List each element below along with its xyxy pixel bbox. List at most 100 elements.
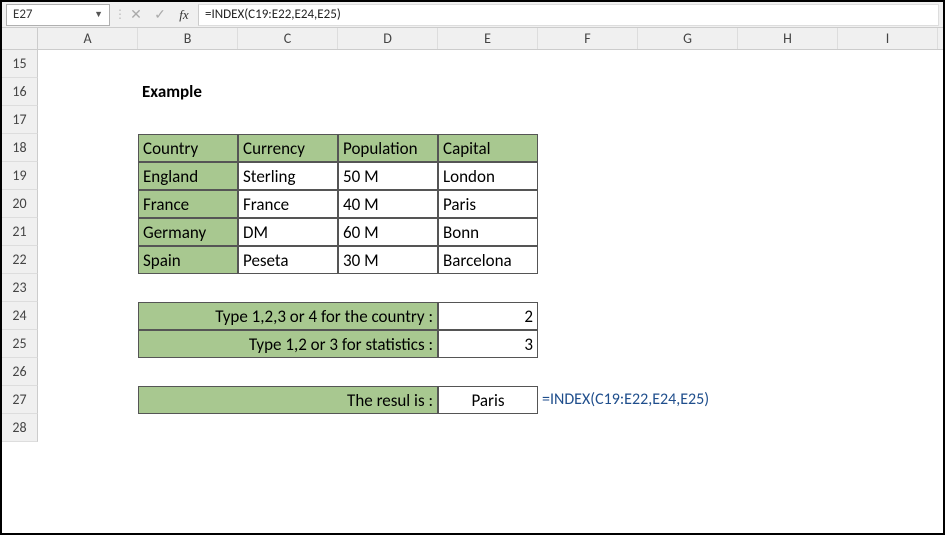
cell-A17[interactable]	[38, 106, 138, 134]
cell-H26[interactable]	[738, 358, 838, 386]
cell-I16[interactable]	[838, 78, 938, 106]
cell-C17[interactable]	[238, 106, 338, 134]
col-header-C[interactable]: C	[238, 28, 338, 49]
cell-G26[interactable]	[638, 358, 738, 386]
cell-B22[interactable]: Spain	[138, 246, 238, 274]
row-header-15[interactable]: 15	[2, 50, 38, 78]
cell-F26[interactable]	[538, 358, 638, 386]
cell-E19[interactable]: London	[438, 162, 538, 190]
cell-H15[interactable]	[738, 50, 838, 78]
cell-D26[interactable]	[338, 358, 438, 386]
cell-B19[interactable]: England	[138, 162, 238, 190]
row-header-20[interactable]: 20	[2, 190, 38, 218]
cell-H28[interactable]	[738, 414, 838, 442]
row-header-27[interactable]: 27	[2, 386, 38, 414]
cell-A15[interactable]	[38, 50, 138, 78]
cell-F24[interactable]	[538, 302, 638, 330]
cell-D20[interactable]: 40 M	[338, 190, 438, 218]
cell-B28[interactable]	[138, 414, 238, 442]
cell-E17[interactable]	[438, 106, 538, 134]
cell-E16[interactable]	[438, 78, 538, 106]
cell-A21[interactable]	[38, 218, 138, 246]
cell-H16[interactable]	[738, 78, 838, 106]
cell-I28[interactable]	[838, 414, 938, 442]
cell-H17[interactable]	[738, 106, 838, 134]
cell-C20[interactable]: France	[238, 190, 338, 218]
cell-C21[interactable]: DM	[238, 218, 338, 246]
chevron-down-icon[interactable]: ▼	[94, 9, 103, 20]
cell-A27[interactable]	[38, 386, 138, 414]
cell-I26[interactable]	[838, 358, 938, 386]
col-header-F[interactable]: F	[538, 28, 638, 49]
cell-B21[interactable]: Germany	[138, 218, 238, 246]
cell-G19[interactable]	[638, 162, 738, 190]
result-label[interactable]: The resul is :	[138, 386, 438, 414]
row-header-26[interactable]: 26	[2, 358, 38, 386]
cell-C19[interactable]: Sterling	[238, 162, 338, 190]
cell-I21[interactable]	[838, 218, 938, 246]
tbl-header-capital[interactable]: Capital	[438, 134, 538, 162]
tbl-header-currency[interactable]: Currency	[238, 134, 338, 162]
cell-E28[interactable]	[438, 414, 538, 442]
cell-D21[interactable]: 60 M	[338, 218, 438, 246]
result-value[interactable]: Paris	[438, 386, 538, 414]
row-header-23[interactable]: 23	[2, 274, 38, 302]
name-box[interactable]: E27 ▼	[6, 4, 110, 26]
cell-C15[interactable]	[238, 50, 338, 78]
cell-I17[interactable]	[838, 106, 938, 134]
cell-E23[interactable]	[438, 274, 538, 302]
cell-A20[interactable]	[38, 190, 138, 218]
cell-D19[interactable]: 50 M	[338, 162, 438, 190]
cell-B20[interactable]: France	[138, 190, 238, 218]
cell-F16[interactable]	[538, 78, 638, 106]
cell-G23[interactable]	[638, 274, 738, 302]
cell-A19[interactable]	[38, 162, 138, 190]
row-header-22[interactable]: 22	[2, 246, 38, 274]
col-header-B[interactable]: B	[138, 28, 238, 49]
cell-C28[interactable]	[238, 414, 338, 442]
cell-G16[interactable]	[638, 78, 738, 106]
cell-B17[interactable]	[138, 106, 238, 134]
stat-input-label[interactable]: Type 1,2 or 3 for statistics :	[138, 330, 438, 358]
cell-G17[interactable]	[638, 106, 738, 134]
cell-F25[interactable]	[538, 330, 638, 358]
cell-D16[interactable]	[338, 78, 438, 106]
cell-B15[interactable]	[138, 50, 238, 78]
result-formula-display[interactable]: =INDEX(C19:E22,E24,E25)	[538, 386, 838, 414]
cell-H19[interactable]	[738, 162, 838, 190]
stat-input-value[interactable]: 3	[438, 330, 538, 358]
example-label[interactable]: Example	[138, 78, 238, 106]
row-header-17[interactable]: 17	[2, 106, 38, 134]
row-header-16[interactable]: 16	[2, 78, 38, 106]
cell-I20[interactable]	[838, 190, 938, 218]
col-header-A[interactable]: A	[38, 28, 138, 49]
cell-H25[interactable]	[738, 330, 838, 358]
cell-D23[interactable]	[338, 274, 438, 302]
row-header-25[interactable]: 25	[2, 330, 38, 358]
cell-A22[interactable]	[38, 246, 138, 274]
cell-D28[interactable]	[338, 414, 438, 442]
select-all-corner[interactable]	[2, 28, 38, 49]
cell-I22[interactable]	[838, 246, 938, 274]
cell-F17[interactable]	[538, 106, 638, 134]
cell-F19[interactable]	[538, 162, 638, 190]
cell-F20[interactable]	[538, 190, 638, 218]
cell-D15[interactable]	[338, 50, 438, 78]
cell-G21[interactable]	[638, 218, 738, 246]
col-header-H[interactable]: H	[738, 28, 838, 49]
cell-F15[interactable]	[538, 50, 638, 78]
tbl-header-population[interactable]: Population	[338, 134, 438, 162]
enter-icon[interactable]: ✓	[150, 5, 170, 25]
cell-A28[interactable]	[38, 414, 138, 442]
cell-H20[interactable]	[738, 190, 838, 218]
cell-F23[interactable]	[538, 274, 638, 302]
cell-B23[interactable]	[138, 274, 238, 302]
row-header-21[interactable]: 21	[2, 218, 38, 246]
cell-F18[interactable]	[538, 134, 638, 162]
cell-G24[interactable]	[638, 302, 738, 330]
cell-F22[interactable]	[538, 246, 638, 274]
cell-I25[interactable]	[838, 330, 938, 358]
cell-E26[interactable]	[438, 358, 538, 386]
cell-F21[interactable]	[538, 218, 638, 246]
cell-G28[interactable]	[638, 414, 738, 442]
